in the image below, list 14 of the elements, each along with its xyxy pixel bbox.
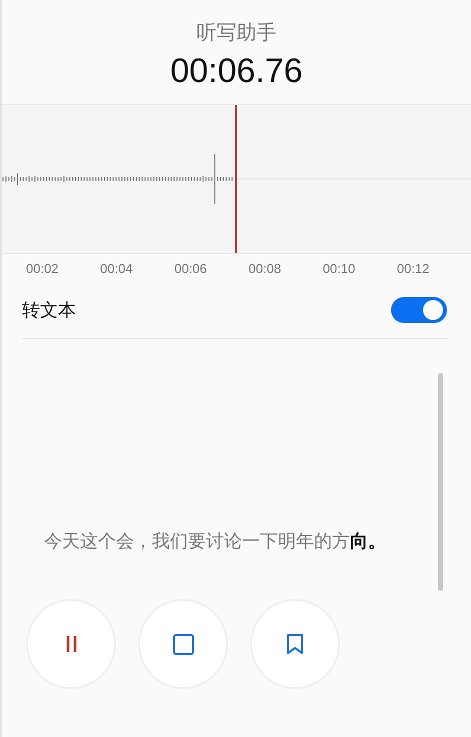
- app-title: 听写助手: [196, 19, 278, 46]
- stop-icon: [170, 632, 196, 656]
- time-tick-label: 00:04: [100, 260, 134, 278]
- time-tick-label: 00:08: [248, 260, 282, 278]
- scrollbar[interactable]: [438, 372, 443, 591]
- elapsed-time: 00:06.76: [169, 53, 304, 90]
- live-transcript-text: 向。: [350, 530, 386, 552]
- time-tick-label: 00:02: [26, 260, 60, 278]
- time-tick-label: 00:10: [322, 260, 356, 278]
- transcript-text: 今天这个会，我们要讨论一下明年的方: [44, 530, 350, 552]
- transcribe-label: 转文本: [22, 298, 76, 323]
- time-tick-label: 00:06: [174, 260, 208, 278]
- transcribe-toggle[interactable]: [391, 297, 447, 324]
- time-tick-label: 00:12: [396, 260, 430, 278]
